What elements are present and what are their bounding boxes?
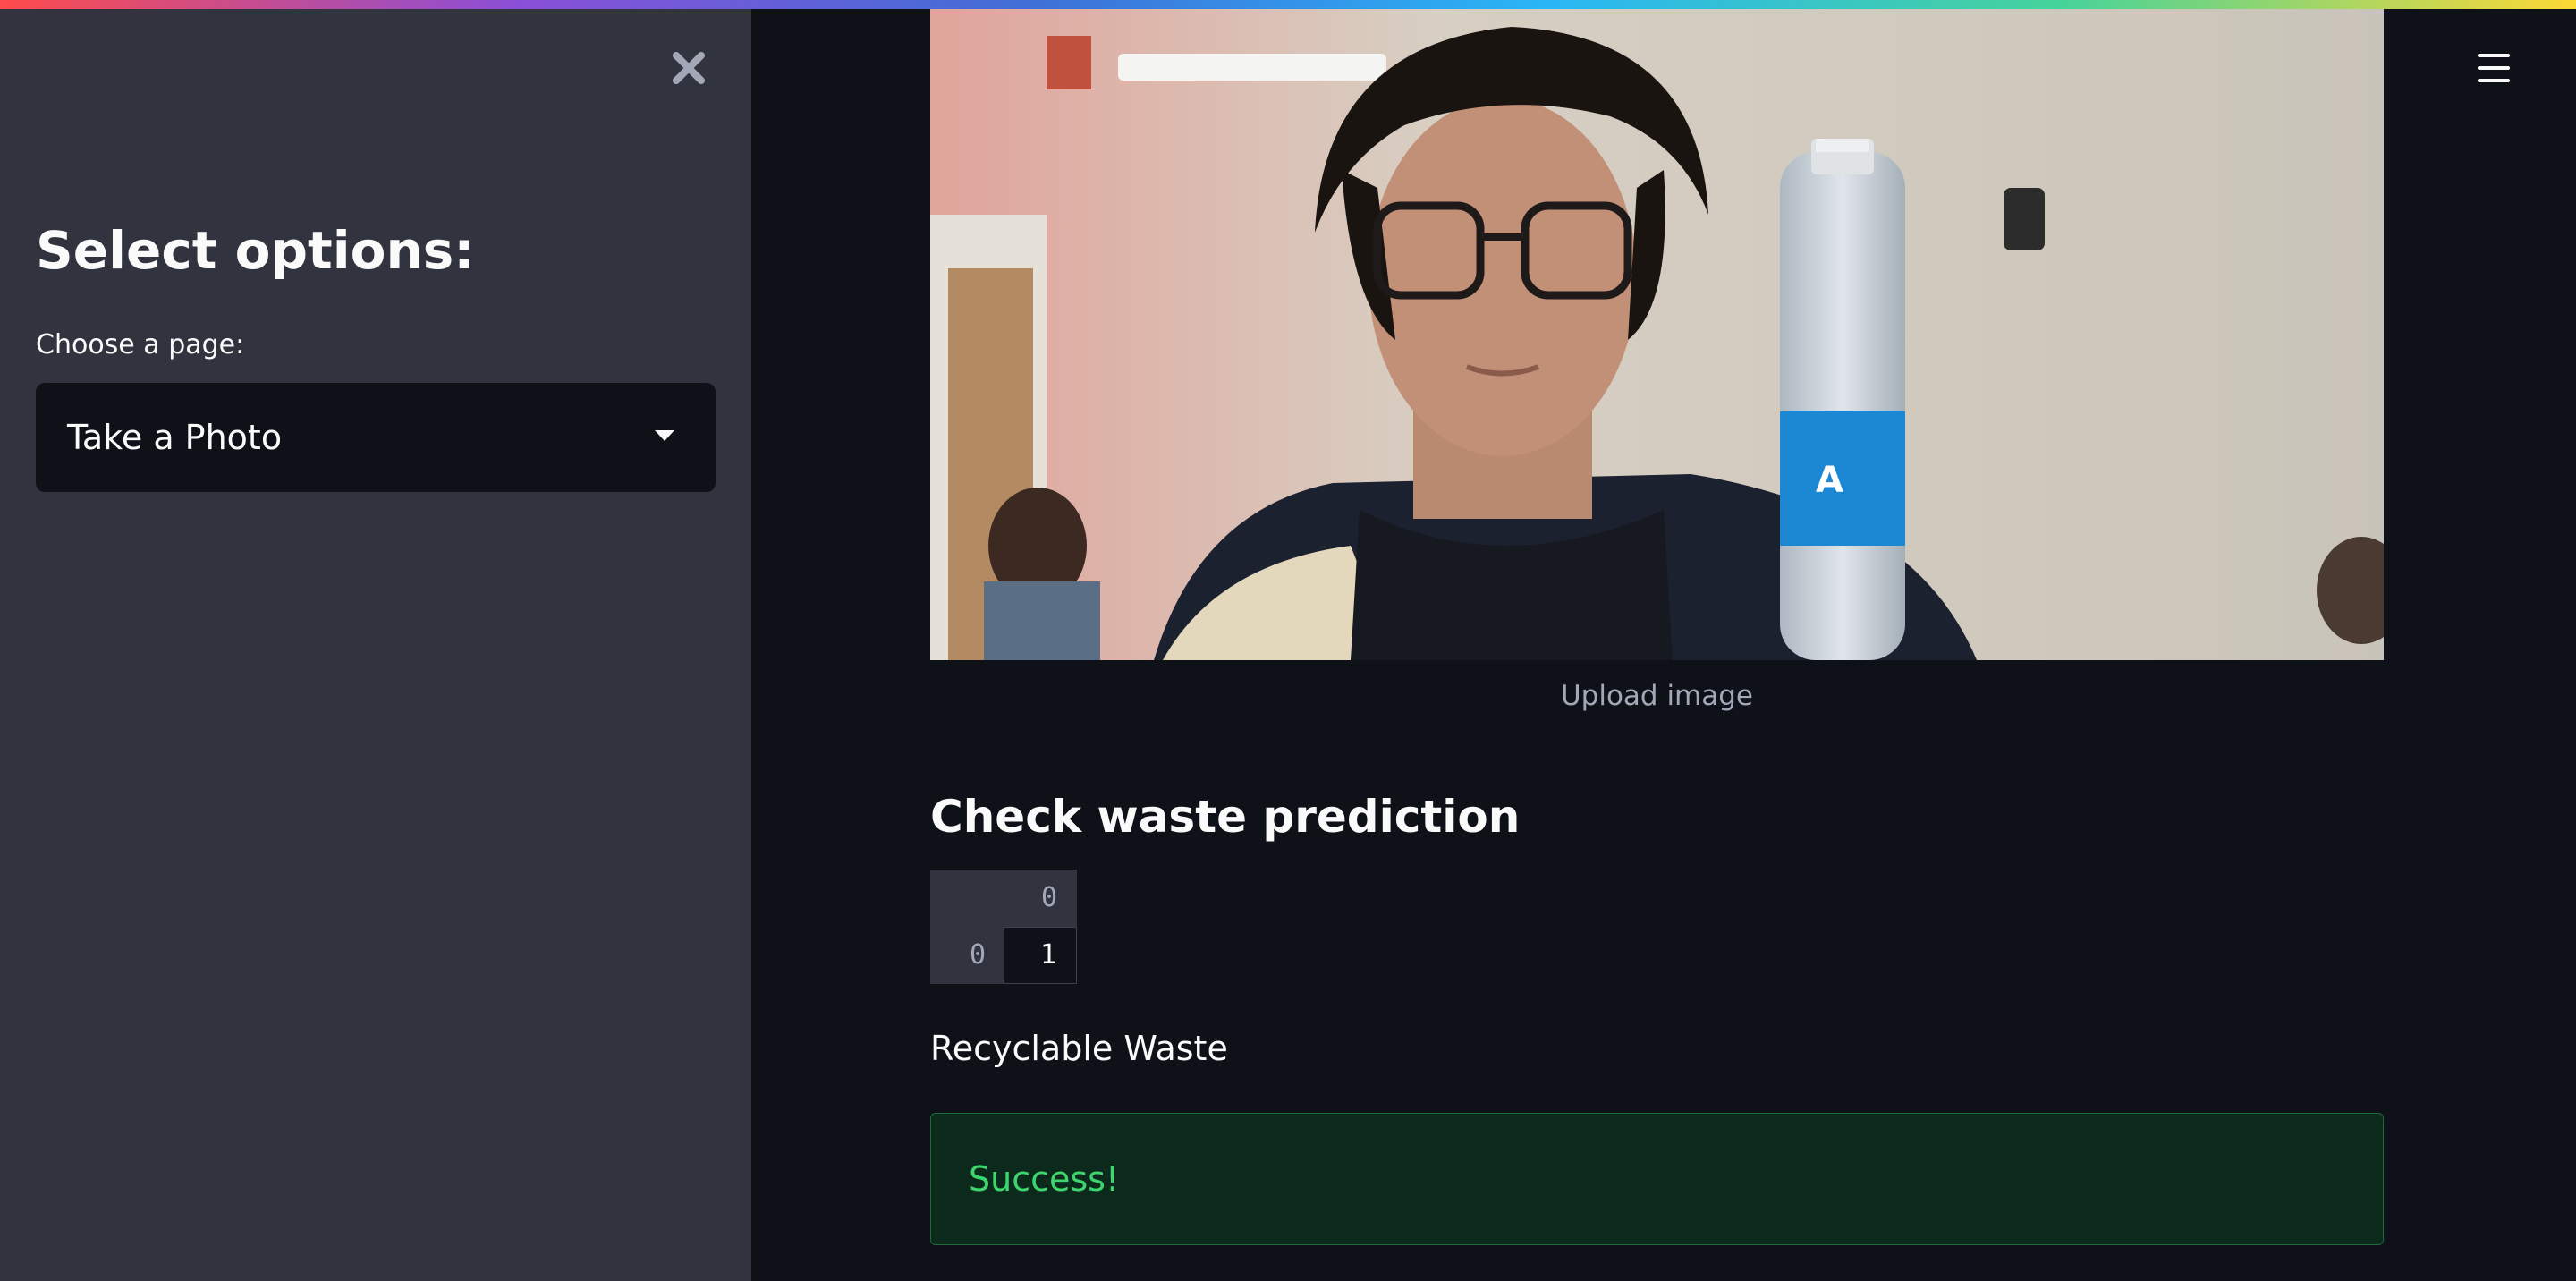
close-icon [673,52,705,84]
section-title: Check waste prediction [930,791,1521,843]
svg-text:A: A [1816,460,1843,501]
sidebar: Select options: Choose a page: Take a Ph… [0,0,751,1281]
prediction-dataframe[interactable]: 0 0 1 [930,870,1077,984]
page-select[interactable]: Take a Photo [36,383,716,492]
prediction-result: Recyclable Waste [930,1029,1228,1068]
page-select-value: Take a Photo [67,418,283,457]
hamburger-menu-icon [2478,54,2510,57]
dataframe-corner [930,870,1004,927]
image-caption: Upload image [1560,680,1754,712]
dataframe-column-header[interactable]: 0 [1004,870,1077,927]
main-menu-button[interactable] [2474,50,2513,86]
sidebar-heading: Select options: [36,220,475,281]
sidebar-close-button[interactable] [660,43,717,93]
top-decoration-bar [0,0,2576,9]
uploaded-photo: A [930,9,2384,660]
dataframe-cell[interactable]: 1 [1004,927,1077,984]
page-select-label: Choose a page: [36,329,245,361]
chevron-down-icon [655,430,674,441]
dataframe-row-header: 0 [930,927,1004,984]
success-alert: Success! [930,1113,2384,1245]
success-alert-text: Success! [969,1159,1120,1199]
